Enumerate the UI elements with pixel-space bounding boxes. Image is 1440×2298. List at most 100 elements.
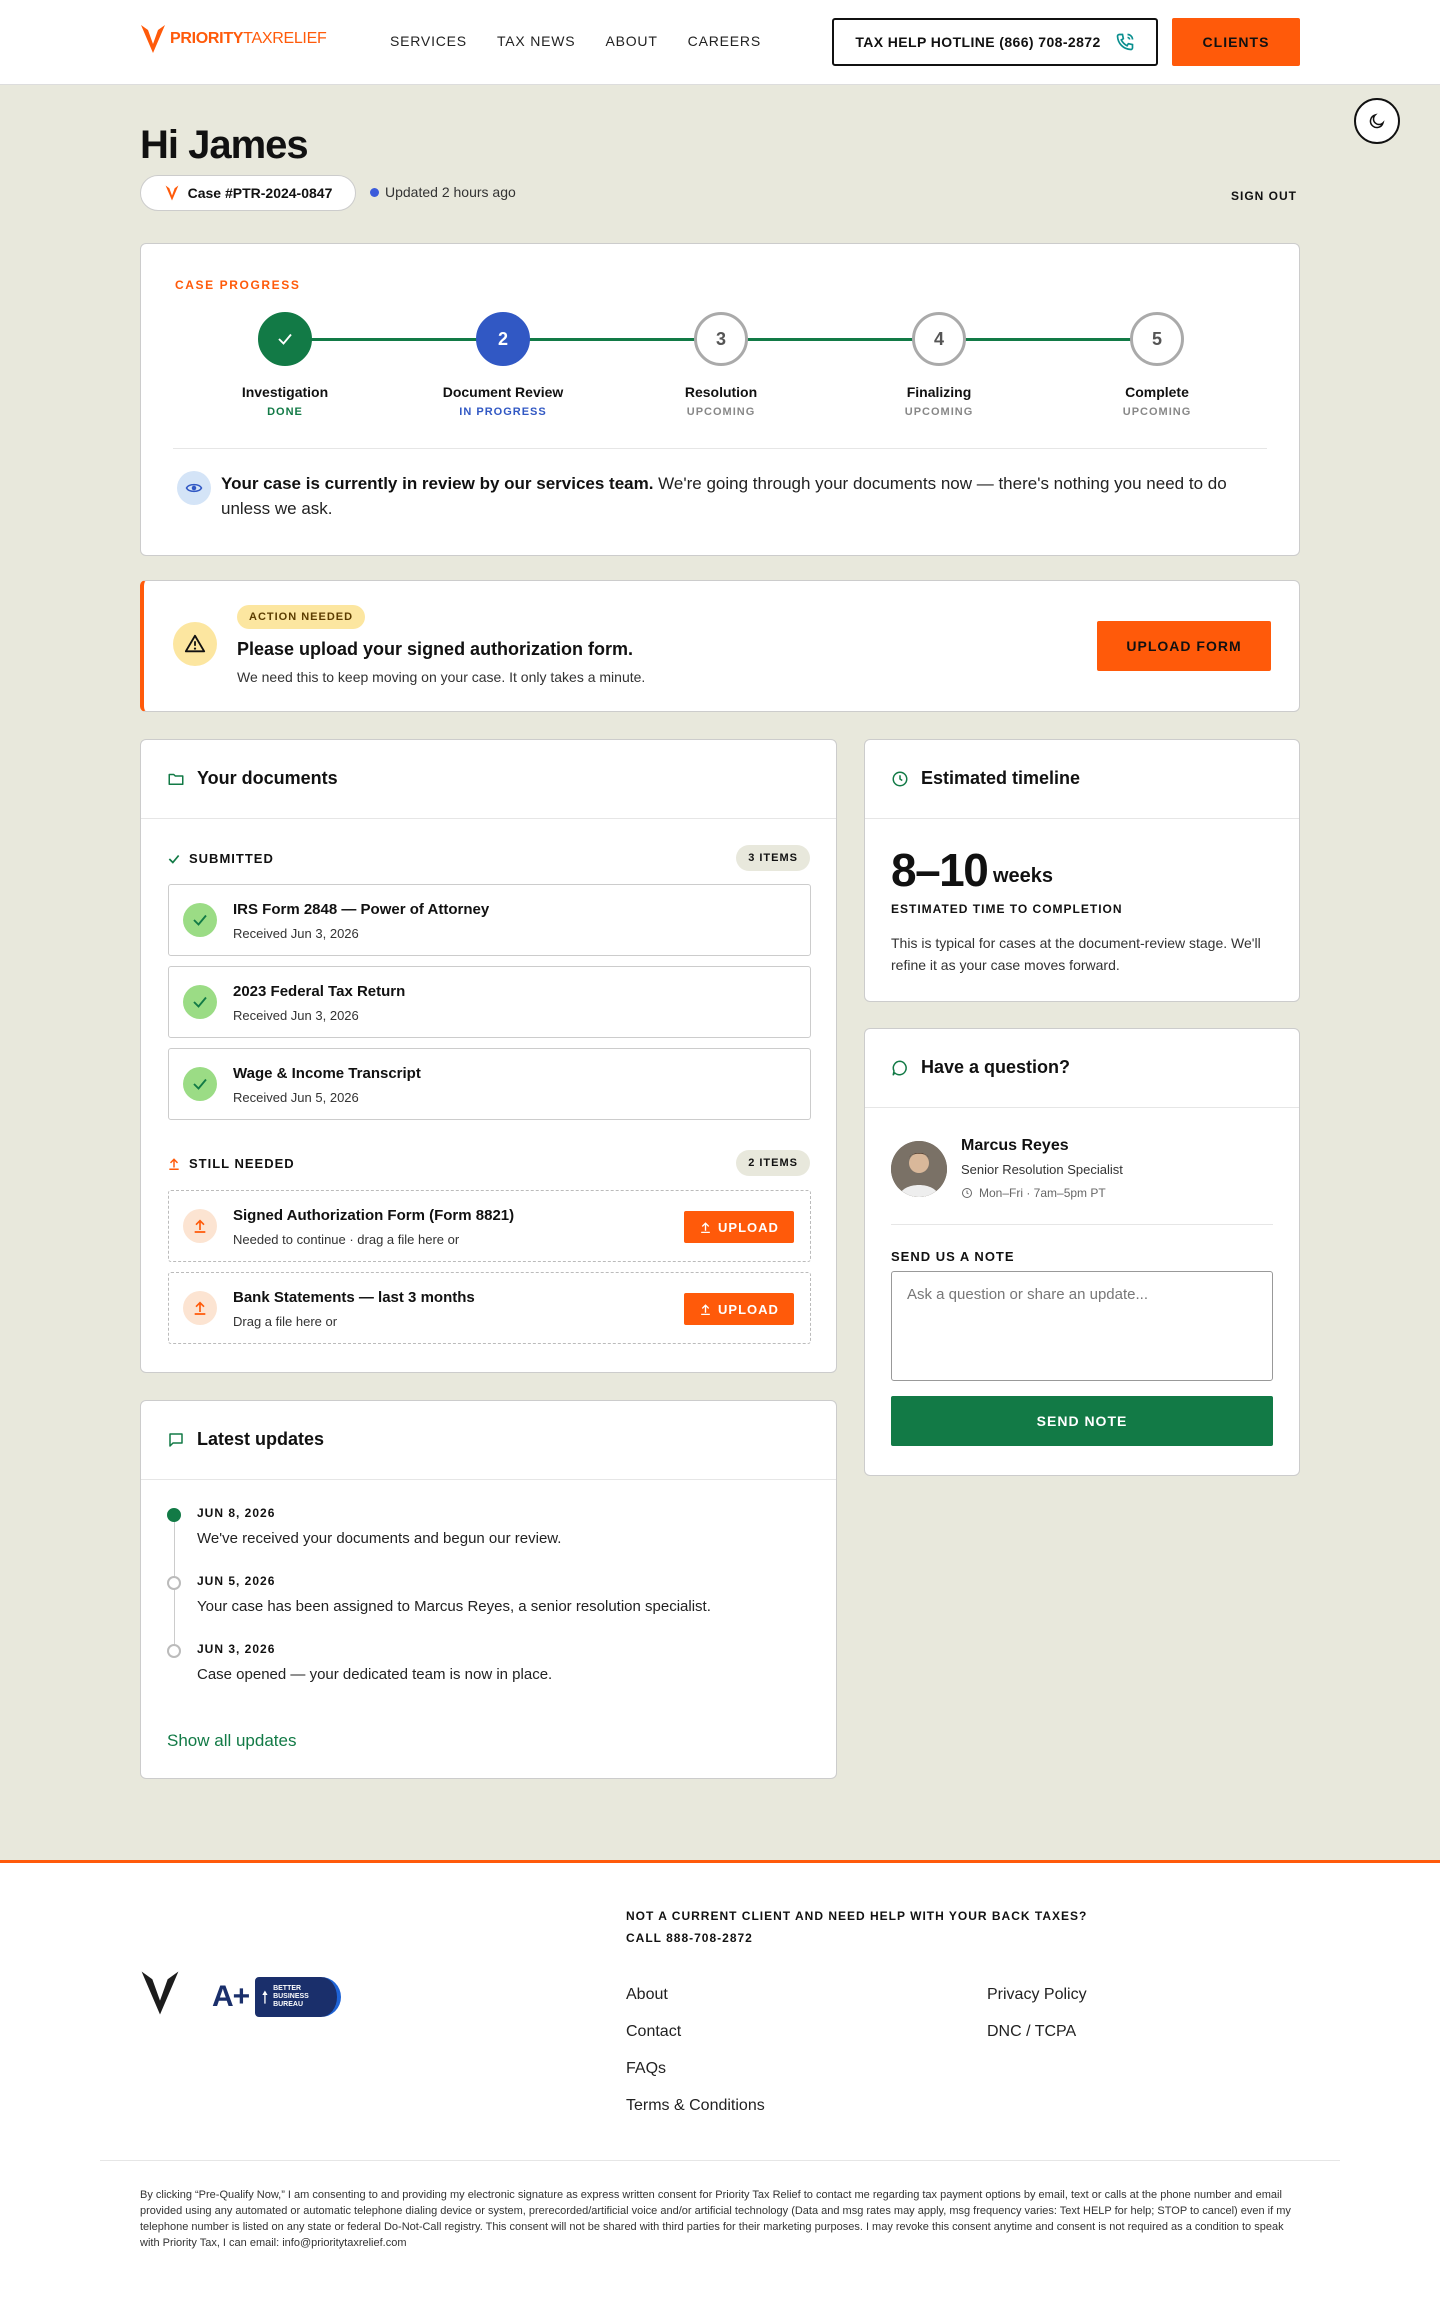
hotline-label: TAX HELP HOTLINE (866) 708-2872	[855, 34, 1101, 50]
legal-disclaimer: By clicking “Pre-Qualify Now,” I am cons…	[140, 2189, 1291, 2249]
nav-services[interactable]: SERVICES	[390, 33, 467, 49]
needed-document-row[interactable]: Signed Authorization Form (Form 8821) Ne…	[168, 1190, 811, 1262]
footer-link-privacy[interactable]: Privacy Policy	[987, 1976, 1087, 2013]
upload-button[interactable]: UPLOAD	[684, 1293, 794, 1325]
agent-hours-text: Mon–Fri · 7am–5pm PT	[979, 1186, 1106, 1200]
step-finalizing: 4 Finalizing UPCOMING	[859, 312, 1019, 418]
update-dot	[167, 1576, 181, 1590]
nav-about[interactable]: ABOUT	[605, 33, 657, 49]
document-detail: Received Jun 3, 2026	[233, 1008, 359, 1023]
footer-link-terms[interactable]: Terms & Conditions	[626, 2087, 765, 2124]
footer-link-faqs[interactable]: FAQs	[626, 2050, 765, 2087]
updated-text: Updated 2 hours ago	[385, 184, 516, 200]
footer-cta-phone[interactable]: CALL 888-708-2872	[626, 1927, 1087, 1949]
upload-form-button[interactable]: UPLOAD FORM	[1097, 621, 1271, 671]
bbb-rating: A+	[212, 1980, 250, 2013]
document-detail: Received Jun 3, 2026	[233, 926, 359, 941]
timeline-range: 8–10	[891, 844, 989, 896]
timeline-unit: weeks	[993, 865, 1054, 887]
question-card: Have a question? Marcus Reyes Senior Res…	[864, 1028, 1300, 1476]
document-name: Wage & Income Transcript	[233, 1065, 421, 1082]
show-all-updates-link[interactable]: Show all updates	[167, 1731, 296, 1751]
note-textarea[interactable]	[891, 1271, 1273, 1381]
updates-card: Latest updates JUN 8, 2026 We've receive…	[140, 1400, 837, 1779]
progress-stepper: Investigation DONE 2 Document Review IN …	[141, 312, 1301, 422]
logo-mark-icon	[141, 1971, 179, 2015]
moon-icon	[1369, 113, 1385, 129]
check-icon	[183, 903, 217, 937]
step-name: Complete	[1125, 384, 1189, 400]
submitted-label: SUBMITTED	[189, 851, 274, 866]
update-date: JUN 8, 2026	[197, 1506, 276, 1520]
submitted-count-badge: 3 ITEMS	[736, 845, 810, 871]
timeline-label: ESTIMATED TIME TO COMPLETION	[891, 902, 1123, 916]
documents-header: Your documents	[167, 768, 338, 789]
bbb-badge: BETTER BUSINESS BUREAU	[255, 1977, 342, 2017]
update-date: JUN 5, 2026	[197, 1574, 276, 1588]
divider	[891, 1224, 1273, 1225]
step-name: Document Review	[442, 384, 564, 400]
divider	[865, 818, 1299, 819]
case-progress-card: CASE PROGRESS Investigation DONE 2 Docum…	[140, 243, 1300, 556]
site-footer: NOT A CURRENT CLIENT AND NEED HELP WITH …	[0, 1860, 1440, 2298]
avatar	[891, 1141, 947, 1197]
timeline-description: This is typical for cases at the documen…	[891, 935, 1261, 973]
update-text: Your case has been assigned to Marcus Re…	[197, 1598, 711, 1615]
main-nav: SERVICES TAX NEWS ABOUT CAREERS	[390, 33, 761, 49]
case-number: Case #PTR-2024-0847	[187, 185, 333, 201]
timeline-header: Estimated timeline	[891, 768, 1080, 789]
upload-icon	[701, 1303, 710, 1315]
step-status: DONE	[267, 406, 303, 418]
update-date: JUN 3, 2026	[197, 1642, 276, 1656]
footer-cta: NOT A CURRENT CLIENT AND NEED HELP WITH …	[626, 1905, 1087, 1949]
logo[interactable]: PRIORITYTAXRELIEF	[140, 24, 327, 54]
document-row: Wage & Income Transcript Received Jun 5,…	[168, 1048, 811, 1120]
clients-button[interactable]: CLIENTS	[1172, 18, 1300, 66]
send-note-button[interactable]: SEND NOTE	[891, 1396, 1273, 1446]
review-text-bold: Your case is currently in review by our …	[221, 474, 654, 493]
footer-logo[interactable]	[140, 1970, 180, 2021]
clock-icon	[892, 771, 908, 786]
step-name: Finalizing	[906, 384, 972, 400]
document-detail: Received Jun 5, 2026	[233, 1090, 359, 1105]
action-needed-card: ACTION NEEDED Please upload your signed …	[140, 580, 1300, 712]
timeline-card: Estimated timeline 8–10 weeks ESTIMATED …	[864, 739, 1300, 1002]
footer-links-col1: About Contact FAQs Terms & Conditions	[626, 1976, 765, 2124]
document-detail: Needed to continue · drag a file here or	[233, 1232, 460, 1247]
footer-link-about[interactable]: About	[626, 1976, 765, 2013]
update-text: Case opened — your dedicated team is now…	[197, 1666, 553, 1683]
footer-link-contact[interactable]: Contact	[626, 2013, 765, 2050]
review-text: Your case is currently in review by our …	[221, 471, 1267, 521]
dashboard-main: Hi James Case #PTR-2024-0847 Updated 2 h…	[0, 85, 1440, 1860]
upload-button[interactable]: UPLOAD	[684, 1211, 794, 1243]
question-header: Have a question?	[891, 1057, 1070, 1078]
update-text: We've received your documents and begun …	[197, 1530, 562, 1547]
document-name: IRS Form 2848 — Power of Attorney	[233, 901, 490, 918]
sign-out-link[interactable]: SIGN OUT	[1231, 189, 1297, 203]
nav-tax-news[interactable]: TAX NEWS	[497, 33, 575, 49]
footer-link-dnc[interactable]: DNC / TCPA	[987, 2013, 1087, 2050]
warning-icon	[173, 622, 217, 666]
step-complete: 5 Complete UPCOMING	[1077, 312, 1237, 418]
agent-hours: Mon–Fri · 7am–5pm PT	[961, 1186, 1106, 1200]
nav-careers[interactable]: CAREERS	[688, 33, 761, 49]
divider	[141, 818, 836, 819]
document-row: 2023 Federal Tax Return Received Jun 3, …	[168, 966, 811, 1038]
bbb-accreditation[interactable]: A+ BETTER BUSINESS BUREAU	[212, 1977, 342, 2017]
eye-icon	[177, 471, 211, 505]
dark-mode-toggle[interactable]	[1354, 98, 1400, 144]
divider	[141, 1479, 836, 1480]
updates-title: Latest updates	[197, 1429, 325, 1449]
divider	[100, 2160, 1340, 2161]
step-name: Resolution	[684, 384, 758, 400]
bbb-torch-icon	[262, 1990, 268, 2004]
hotline-button[interactable]: TAX HELP HOTLINE (866) 708-2872	[832, 18, 1158, 66]
greeting: Hi James	[140, 123, 309, 167]
clock-icon	[962, 1188, 972, 1198]
still-needed-count-badge: 2 ITEMS	[736, 1150, 810, 1176]
status-dot	[370, 187, 379, 197]
step-circle: 3	[694, 312, 748, 366]
case-number-pill: Case #PTR-2024-0847	[140, 175, 356, 211]
action-needed-badge: ACTION NEEDED	[237, 605, 366, 629]
needed-document-row[interactable]: Bank Statements — last 3 months Drag a f…	[168, 1272, 811, 1344]
